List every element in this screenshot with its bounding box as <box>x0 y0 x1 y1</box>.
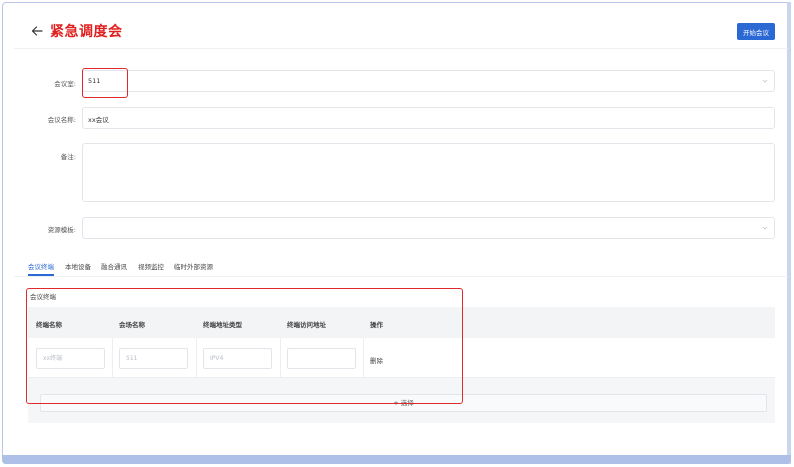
remark-label: 备注: <box>60 153 76 161</box>
access-address-input[interactable] <box>287 348 356 369</box>
window-edge-right <box>787 2 791 464</box>
column-header-venue-name: 会场名称 <box>119 321 145 329</box>
chevron-down-icon <box>762 79 768 83</box>
chevron-down-icon <box>762 226 768 230</box>
delete-button[interactable]: 删除 <box>370 355 383 365</box>
remark-textarea[interactable] <box>82 143 775 202</box>
room-select[interactable]: 511 <box>82 70 775 92</box>
tab-fusion-communication[interactable]: 融合通讯 <box>101 261 127 271</box>
venue-name-input[interactable]: 511 <box>119 348 188 369</box>
meeting-name-value: xx会议 <box>88 116 109 124</box>
meeting-name-input[interactable]: xx会议 <box>82 107 775 129</box>
section-title: 会议终端 <box>30 293 56 301</box>
header-divider <box>14 48 788 49</box>
tab-local-devices[interactable]: 本地设备 <box>65 261 91 271</box>
tab-divider <box>14 276 788 277</box>
meeting-name-label: 会议名称: <box>47 116 76 124</box>
column-separator <box>196 338 197 378</box>
terminal-name-input[interactable]: xx终端 <box>36 348 105 369</box>
column-separator <box>112 338 113 378</box>
room-label: 会议室: <box>54 80 76 88</box>
column-separator <box>280 338 281 378</box>
arrow-left-icon[interactable] <box>30 24 44 38</box>
column-header-actions: 操作 <box>370 321 383 329</box>
column-header-address-type: 终端地址类型 <box>203 321 242 329</box>
address-type-select[interactable]: IPV4 <box>203 348 272 369</box>
page-title: 紧急调度会 <box>50 24 123 40</box>
column-header-terminal-name: 终端名称 <box>36 321 62 329</box>
resource-template-label: 资源模板: <box>47 226 76 234</box>
column-separator <box>363 338 364 378</box>
window-edge-bottom <box>2 455 791 464</box>
tab-temporary-external-resources[interactable]: 临时外部资源 <box>174 261 213 271</box>
add-terminal-button[interactable]: + 选择 <box>40 394 767 412</box>
column-header-access-address: 终端访问地址 <box>287 321 326 329</box>
resource-template-select[interactable] <box>82 217 775 239</box>
room-value: 511 <box>88 77 101 85</box>
tab-video-surveillance[interactable]: 视频监控 <box>138 261 164 271</box>
tab-meeting-terminals[interactable]: 会议终端 <box>28 261 54 271</box>
start-meeting-button[interactable]: 开始会议 <box>737 23 775 40</box>
